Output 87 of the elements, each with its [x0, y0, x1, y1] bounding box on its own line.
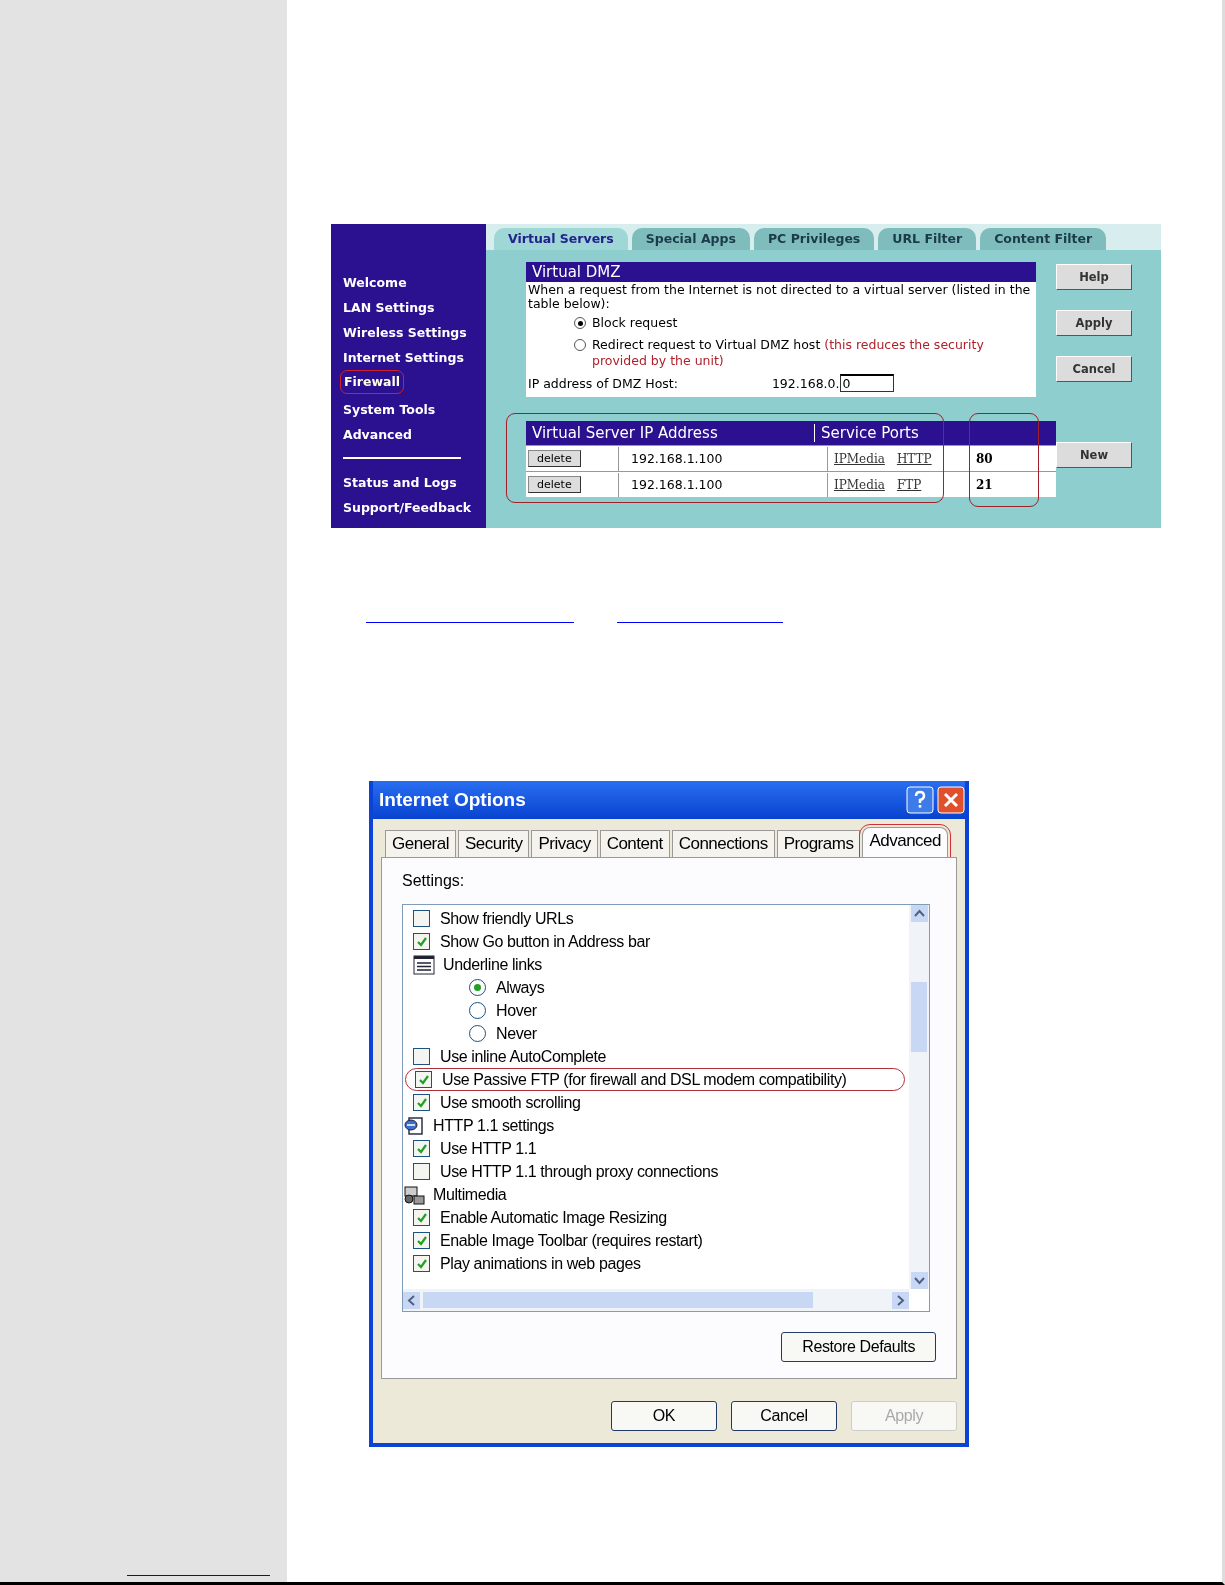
tab[interactable]: PC Privileges — [753, 228, 875, 250]
dialog-button[interactable]: Cancel — [731, 1401, 837, 1431]
option-label: Block request — [592, 315, 678, 331]
nav-item[interactable]: Advanced — [340, 422, 415, 447]
scroll-right-icon[interactable] — [892, 1291, 909, 1309]
checkbox[interactable] — [413, 933, 430, 950]
setting-label: Play animations in web pages — [440, 1254, 641, 1273]
tab[interactable]: Connections — [671, 830, 775, 857]
checkbox[interactable] — [415, 1071, 432, 1088]
checkbox[interactable] — [413, 1048, 430, 1065]
nav-item[interactable]: Welcome — [340, 270, 410, 295]
tab[interactable]: Programs — [776, 830, 861, 857]
delete-button[interactable]: delete — [528, 476, 581, 493]
side-button[interactable]: Apply — [1056, 310, 1132, 336]
table-cell-text: 21 — [975, 477, 994, 492]
tab[interactable]: Security — [458, 830, 530, 857]
new-button[interactable]: New — [1056, 442, 1132, 468]
table-cell: 192.168.1.100 — [618, 472, 827, 497]
scroll-thumb[interactable] — [423, 1292, 813, 1308]
table-cell-text: 80 — [975, 451, 994, 466]
checkbox[interactable] — [413, 1255, 430, 1272]
setting-label: Use HTTP 1.1 — [440, 1139, 537, 1158]
tab[interactable]: Content — [599, 830, 670, 857]
delete-button[interactable]: delete — [528, 450, 581, 467]
nav-item[interactable]: Support/Feedback — [340, 495, 475, 520]
setting-label: Show friendly URLs — [440, 909, 574, 928]
description-text: When a request from the Internet is not directed to a virtual server (listed in the table below): — [527, 282, 1032, 312]
setting-label: Show Go button in Address bar — [440, 932, 650, 951]
nav-item[interactable]: Status and Logs — [340, 470, 460, 495]
media-icon — [403, 1184, 425, 1205]
nav-item[interactable]: Wireless Settings — [340, 320, 470, 345]
checkbox[interactable] — [413, 910, 430, 927]
tab[interactable]: Privacy — [531, 830, 598, 857]
help-icon[interactable] — [906, 786, 934, 814]
scroll-up-icon[interactable] — [910, 905, 928, 922]
checkbox[interactable] — [413, 1209, 430, 1226]
horizontal-scrollbar[interactable] — [403, 1289, 909, 1311]
tab[interactable]: Virtual Servers — [494, 228, 628, 250]
side-button[interactable]: Cancel — [1056, 356, 1132, 382]
setting-label: Never — [496, 1024, 537, 1043]
dialog-button[interactable]: OK — [611, 1401, 717, 1431]
tab[interactable]: Content Filter — [980, 228, 1107, 250]
protocol-link[interactable]: FTP — [896, 472, 922, 497]
tab[interactable]: URL Filter — [878, 228, 977, 250]
restore-defaults-button[interactable]: Restore Defaults — [781, 1332, 936, 1362]
checkbox[interactable] — [413, 1094, 430, 1111]
service-link[interactable]: IPMedia — [834, 472, 885, 497]
setting-label: Hover — [496, 1001, 537, 1020]
scroll-thumb[interactable] — [911, 982, 927, 1052]
checkbox[interactable] — [413, 1163, 430, 1180]
service-link[interactable]: IPMedia — [834, 446, 885, 471]
setting-label: Always — [496, 978, 545, 997]
window-title: Internet Options — [378, 789, 527, 811]
setting-label: Use smooth scrolling — [440, 1093, 581, 1112]
tab[interactable]: Advanced — [862, 827, 948, 857]
checkbox[interactable] — [413, 1232, 430, 1249]
group-label: Underline links — [443, 955, 542, 974]
group-label: Multimedia — [433, 1185, 507, 1204]
setting-label: Use Passive FTP (for firewall and DSL modem compatibility) — [442, 1070, 847, 1089]
nav-item[interactable]: Firewall — [340, 370, 405, 394]
list-icon — [413, 954, 435, 975]
checkbox[interactable] — [413, 1140, 430, 1157]
setting-label: Enable Image Toolbar (requires restart) — [440, 1231, 703, 1250]
tab[interactable]: General — [385, 830, 456, 857]
setting-label: Enable Automatic Image Resizing — [440, 1208, 667, 1227]
protocol-link[interactable]: HTTP — [896, 446, 932, 471]
setting-label: Use HTTP 1.1 through proxy connections — [440, 1162, 718, 1181]
setting-label: Use inline AutoComplete — [440, 1047, 606, 1066]
settings-label: Settings: — [402, 872, 466, 890]
close-icon[interactable] — [937, 786, 965, 814]
field-label: IP address of DMZ Host: — [528, 375, 678, 391]
ip-prefix: 192.168.0. — [771, 375, 840, 391]
table-cell: 192.168.1.100 — [618, 446, 827, 471]
tab[interactable]: Special Apps — [631, 228, 750, 250]
group-label: HTTP 1.1 settings — [433, 1116, 554, 1135]
column-header: Service Ports — [814, 424, 939, 442]
nav-item[interactable]: System Tools — [340, 397, 439, 422]
column-header: Virtual Server IP Address — [531, 424, 719, 442]
side-button[interactable]: Help — [1056, 264, 1132, 290]
vertical-scrollbar[interactable] — [909, 905, 929, 1289]
nav-item[interactable]: LAN Settings — [340, 295, 438, 320]
nav-item[interactable]: Internet Settings — [340, 345, 467, 370]
option-label: Redirect request to Virtual DMZ host (this reduces the security provided by the unit) — [592, 337, 985, 369]
ip-field[interactable]: 0 — [839, 374, 894, 392]
panel-title: Virtual DMZ — [526, 262, 1036, 282]
scroll-down-icon[interactable] — [910, 1272, 928, 1289]
scroll-left-icon[interactable] — [403, 1291, 420, 1309]
